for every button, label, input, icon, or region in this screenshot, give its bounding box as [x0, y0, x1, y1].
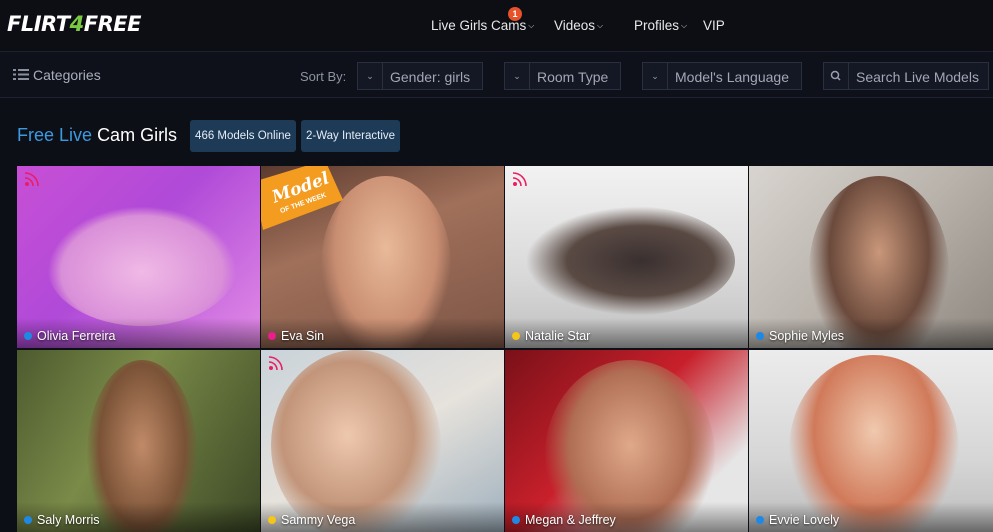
- live-broadcast-icon: [268, 356, 283, 371]
- room-type-dropdown[interactable]: ⌄ Room Type: [504, 62, 621, 90]
- status-dot: [24, 516, 32, 524]
- search-placeholder: Search Live Models: [856, 69, 979, 85]
- status-dot: [512, 516, 520, 524]
- search-input[interactable]: Search Live Models: [823, 62, 989, 90]
- model-name: Evvie Lovely: [769, 513, 840, 527]
- status-dot: [512, 332, 520, 340]
- top-navigation-bar: FLIRT4FREE Live Girls Cams ⌵ 1 Videos ⌵ Pr…: [0, 0, 993, 51]
- nav-videos[interactable]: Videos ⌵: [554, 18, 603, 33]
- chevron-down-icon: ⌄: [505, 63, 530, 89]
- models-online-badge[interactable]: 466 Models Online: [190, 120, 296, 152]
- room-type-dropdown-value: Room Type: [537, 69, 609, 85]
- status-dot: [24, 332, 32, 340]
- list-icon: [13, 68, 29, 83]
- model-thumbnail: [47, 206, 237, 326]
- model-name: Sophie Myles: [769, 329, 845, 343]
- nav-profiles[interactable]: Profiles ⌵: [634, 18, 687, 33]
- nav-vip[interactable]: VIP: [703, 18, 725, 33]
- status-dot: [756, 332, 764, 340]
- model-card[interactable]: Saly Morris: [17, 350, 260, 532]
- model-card[interactable]: Natalie Star: [505, 166, 748, 348]
- page-title: Free Live Cam Girls: [17, 125, 178, 145]
- gender-dropdown-value: Gender: girls: [390, 69, 471, 85]
- sort-by-label: Sort By:: [300, 69, 347, 84]
- chevron-down-icon: ⌵: [597, 21, 604, 30]
- chevron-down-icon: ⌵: [528, 21, 535, 30]
- model-card[interactable]: Sammy Vega: [261, 350, 504, 532]
- model-name: Olivia Ferreira: [37, 329, 116, 343]
- model-name: Eva Sin: [281, 329, 325, 343]
- chevron-down-icon: ⌄: [643, 63, 668, 89]
- live-broadcast-icon: [24, 172, 39, 187]
- model-name: Megan & Jeffrey: [525, 513, 616, 527]
- model-card[interactable]: Model OF THE WEEK Eva Sin: [261, 166, 504, 348]
- status-dot: [268, 332, 276, 340]
- model-card[interactable]: Olivia Ferreira: [17, 166, 260, 348]
- nav-live-girls-cams[interactable]: Live Girls Cams ⌵: [431, 18, 534, 33]
- categories-button[interactable]: Categories: [13, 67, 101, 83]
- site-logo[interactable]: FLIRT4FREE: [7, 12, 141, 36]
- filter-bar: Categories Sort By: ⌄ Gender: girls ⌄ Ro…: [0, 52, 993, 98]
- model-card[interactable]: Megan & Jeffrey: [505, 350, 748, 532]
- live-broadcast-icon: [512, 172, 527, 187]
- search-icon: [824, 63, 849, 89]
- model-name: Natalie Star: [525, 329, 591, 343]
- chevron-down-icon: ⌵: [681, 21, 688, 30]
- categories-label: Categories: [33, 67, 101, 83]
- model-card[interactable]: Evvie Lovely: [749, 350, 993, 532]
- language-dropdown[interactable]: ⌄ Model's Language: [642, 62, 802, 90]
- model-card[interactable]: Sophie Myles: [749, 166, 993, 348]
- chevron-down-icon: ⌄: [358, 63, 383, 89]
- notification-badge: 1: [508, 7, 522, 21]
- status-dot: [268, 516, 276, 524]
- status-dot: [756, 516, 764, 524]
- gender-dropdown[interactable]: ⌄ Gender: girls: [357, 62, 483, 90]
- language-dropdown-value: Model's Language: [675, 69, 789, 85]
- two-way-interactive-badge[interactable]: 2-Way Interactive: [301, 120, 400, 152]
- model-name: Sammy Vega: [281, 513, 356, 527]
- model-name: Saly Morris: [37, 513, 100, 527]
- model-thumbnail: [525, 206, 735, 316]
